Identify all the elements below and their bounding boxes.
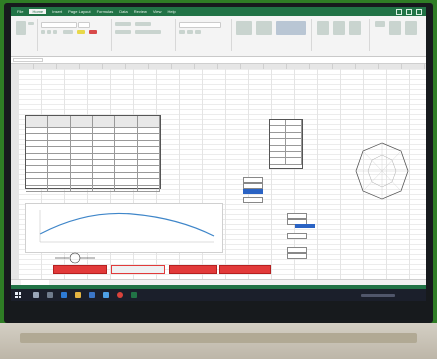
title-bar: File Home Insert Page Layout Formulas Da… [11, 7, 426, 16]
align-icon[interactable] [115, 22, 131, 26]
taskview-icon[interactable] [47, 292, 53, 298]
comma-icon[interactable] [195, 30, 201, 34]
font-color-icon[interactable] [89, 30, 97, 34]
italic-icon[interactable] [47, 30, 51, 34]
delete-icon[interactable] [333, 21, 345, 35]
fill-color-icon[interactable] [77, 30, 85, 34]
tab-home[interactable]: Home [29, 9, 47, 14]
merge-icon[interactable] [135, 30, 161, 34]
clipboard-icon[interactable] [16, 21, 26, 35]
radar-chart-plot [355, 142, 409, 200]
name-box[interactable] [13, 58, 43, 62]
red-button[interactable] [53, 265, 107, 274]
insert-icon[interactable] [317, 21, 329, 35]
sum-icon[interactable] [375, 21, 385, 27]
tab-formulas[interactable]: Formulas [97, 9, 114, 14]
start-icon[interactable] [15, 292, 21, 298]
system-tray[interactable] [361, 294, 395, 297]
table-row[interactable] [26, 185, 160, 192]
selected-cell[interactable] [295, 224, 315, 228]
radar-chart[interactable] [341, 119, 423, 229]
red-outline-button[interactable] [111, 265, 165, 274]
line-chart[interactable] [25, 203, 223, 253]
find-icon[interactable] [405, 21, 417, 35]
explorer-icon[interactable] [75, 292, 81, 298]
laptop-hinge [20, 333, 417, 343]
font-size-dropdown[interactable] [78, 22, 90, 28]
line-chart-plot [39, 210, 215, 243]
tab-view[interactable]: View [153, 9, 162, 14]
ribbon [11, 16, 426, 57]
editing-group [371, 19, 424, 51]
taskbar [11, 289, 426, 301]
table-header-row [26, 116, 160, 128]
currency-icon[interactable] [179, 30, 185, 34]
wrap-icon[interactable] [135, 22, 151, 26]
edge-icon[interactable] [61, 292, 67, 298]
styles-group [233, 19, 312, 51]
table-row[interactable] [270, 158, 302, 165]
screen: File Home Insert Page Layout Formulas Da… [11, 7, 426, 301]
bold-icon[interactable] [41, 30, 45, 34]
tab-help[interactable]: Help [167, 9, 175, 14]
border-icon[interactable] [63, 30, 73, 34]
alignment-group [113, 19, 176, 51]
red-button[interactable] [169, 265, 217, 274]
tab-file[interactable]: File [17, 9, 23, 14]
tab-data[interactable]: Data [119, 9, 127, 14]
input-cell[interactable] [287, 253, 307, 259]
formula-bar[interactable] [11, 57, 426, 64]
close-icon[interactable] [416, 9, 422, 15]
underline-icon[interactable] [53, 30, 57, 34]
cell-style-icon[interactable] [276, 21, 306, 35]
store-icon[interactable] [89, 292, 95, 298]
maximize-icon[interactable] [406, 9, 412, 15]
tab-insert[interactable]: Insert [52, 9, 62, 14]
sort-icon[interactable] [389, 21, 401, 35]
tab-page-layout[interactable]: Page Layout [68, 9, 90, 14]
circuit-diagram [55, 252, 95, 264]
undo-icon[interactable] [28, 22, 34, 25]
chart-series-line [39, 212, 215, 237]
number-group [177, 19, 232, 51]
indent-icon[interactable] [115, 30, 131, 34]
search-icon[interactable] [33, 292, 39, 298]
format-icon[interactable] [349, 21, 361, 35]
font-group [39, 19, 112, 51]
cells-group [313, 19, 370, 51]
number-format-dropdown[interactable] [179, 22, 221, 28]
red-button[interactable] [219, 265, 271, 274]
chrome-icon[interactable] [117, 292, 123, 298]
parameter-table[interactable] [269, 119, 303, 169]
minimize-icon[interactable] [396, 9, 402, 15]
data-table[interactable] [25, 115, 161, 192]
font-name-dropdown[interactable] [41, 22, 77, 28]
mail-icon[interactable] [103, 292, 109, 298]
tab-review[interactable]: Review [134, 9, 147, 14]
input-cell[interactable] [287, 233, 307, 239]
table-format-icon[interactable] [256, 21, 272, 35]
conditional-format-icon[interactable] [236, 21, 252, 35]
percent-icon[interactable] [187, 30, 193, 34]
input-cell[interactable] [243, 197, 263, 203]
excel-icon[interactable] [131, 292, 137, 298]
selected-cell[interactable] [243, 189, 263, 194]
window-controls [396, 9, 422, 15]
clipboard-group [13, 19, 38, 51]
